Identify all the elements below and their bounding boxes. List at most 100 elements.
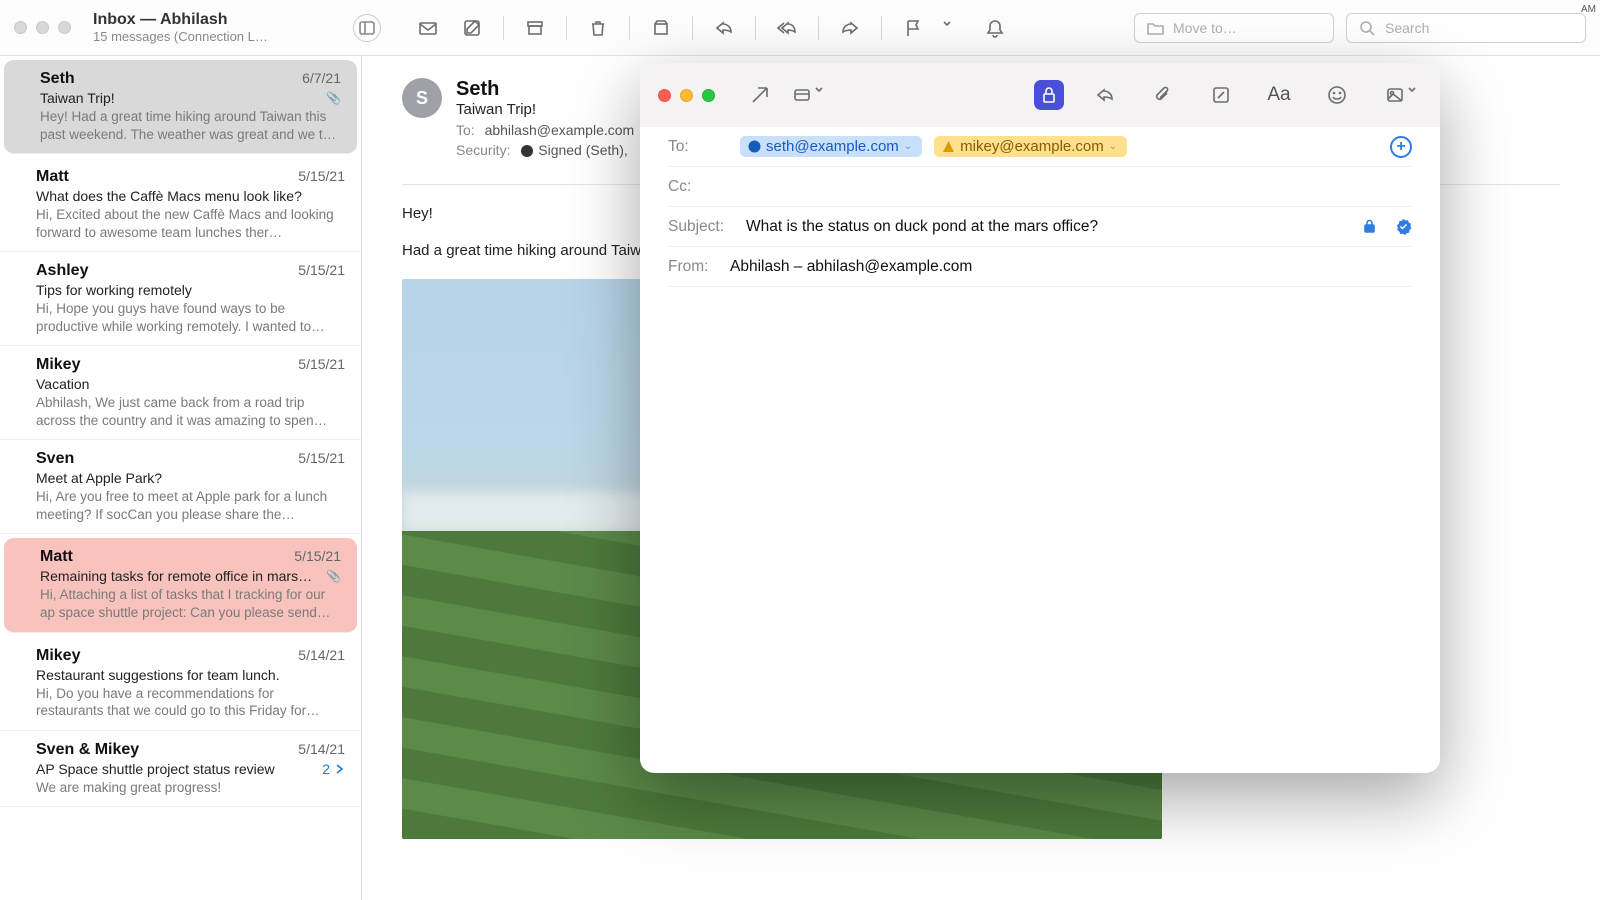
msg-subject: Meet at Apple Park? bbox=[36, 470, 345, 486]
emoji-button[interactable] bbox=[1320, 78, 1354, 112]
delete-button[interactable] bbox=[581, 13, 615, 43]
lock-icon bbox=[1362, 218, 1377, 233]
msg-subject: Vacation bbox=[36, 376, 345, 392]
window-title: Inbox — Abhilash bbox=[93, 11, 353, 29]
msg-preview: Hi, Hope you guys have found ways to be … bbox=[36, 300, 345, 335]
forward-icon bbox=[840, 18, 860, 38]
flag-menu-button[interactable] bbox=[940, 13, 954, 43]
msg-date: 5/15/21 bbox=[294, 548, 341, 566]
flag-button[interactable] bbox=[896, 13, 930, 43]
subject-field[interactable]: Subject: What is the status on duck pond… bbox=[668, 207, 1412, 247]
move-to-field[interactable]: Move to… bbox=[1134, 13, 1334, 43]
msg-sender: Mikey bbox=[36, 356, 80, 374]
format-button[interactable]: Aa bbox=[1262, 78, 1296, 112]
search-field[interactable]: Search bbox=[1346, 13, 1586, 43]
compose-body[interactable] bbox=[640, 287, 1440, 773]
msg-preview: Hi, Excited about the new Caffè Macs and… bbox=[36, 206, 345, 241]
reply-all-button[interactable] bbox=[770, 13, 804, 43]
archive-icon bbox=[525, 18, 545, 38]
to-label: To: bbox=[668, 138, 728, 156]
window-traffic-lights[interactable] bbox=[14, 21, 71, 34]
header-fields-button[interactable] bbox=[785, 78, 829, 112]
compose-traffic-lights[interactable] bbox=[658, 89, 715, 102]
message-row[interactable]: Matt 5/15/21 Remaining tasks for remote o… bbox=[4, 538, 357, 632]
chevron-down-icon: ⌄ bbox=[904, 141, 912, 152]
send-button[interactable] bbox=[743, 78, 777, 112]
notifications-button[interactable] bbox=[978, 13, 1012, 43]
msg-preview: Hi, Attaching a list of tasks that I tra… bbox=[40, 586, 341, 621]
recipient-chip[interactable]: seth@example.com ⌄ bbox=[740, 136, 922, 157]
msg-subject: AP Space shuttle project status review2 bbox=[36, 761, 345, 777]
msg-sender: Sven & Mikey bbox=[36, 741, 139, 759]
message-row[interactable]: Sven & Mikey 5/14/21 AP Space shuttle pro… bbox=[0, 731, 361, 808]
lock-icon bbox=[1039, 85, 1059, 105]
reader-security-label: Security: bbox=[456, 142, 510, 158]
message-row[interactable]: Matt5/15/21 What does the Caffè Macs men… bbox=[0, 158, 361, 252]
msg-subject: Restaurant suggestions for team lunch. bbox=[36, 667, 345, 683]
msg-sender: Ashley bbox=[36, 262, 88, 280]
attachment-icon: 📎 bbox=[326, 91, 341, 105]
msg-preview: Hi, Are you free to meet at Apple park f… bbox=[36, 488, 345, 523]
reader-to-line: To: abhilash@example.com bbox=[456, 122, 634, 138]
junk-button[interactable] bbox=[644, 13, 678, 43]
reader-subject: Taiwan Trip! bbox=[456, 101, 634, 118]
compose-max-dot[interactable] bbox=[702, 89, 715, 102]
recipient-chip[interactable]: mikey@example.com ⌄ bbox=[934, 136, 1127, 157]
sidebar-toggle-button[interactable] bbox=[353, 14, 381, 42]
message-row[interactable]: Seth6/7/21 Taiwan Trip!📎 Hey! Had a grea… bbox=[4, 60, 357, 154]
compose-toolbar: Aa bbox=[640, 63, 1440, 127]
window-close-dot[interactable] bbox=[14, 21, 27, 34]
toolbar-separator bbox=[566, 16, 567, 40]
attach-button[interactable] bbox=[1146, 78, 1180, 112]
to-field[interactable]: To: seth@example.com ⌄ mikey@example.com… bbox=[668, 127, 1412, 167]
compose-icon bbox=[462, 18, 482, 38]
toolbar-separator bbox=[755, 16, 756, 40]
flag-icon bbox=[903, 18, 923, 38]
message-list[interactable]: Seth6/7/21 Taiwan Trip!📎 Hey! Had a grea… bbox=[0, 56, 362, 900]
from-field[interactable]: From: Abhilash – abhilash@example.com bbox=[668, 247, 1412, 287]
toolbar-separator bbox=[503, 16, 504, 40]
msg-subject: What does the Caffè Macs menu look like? bbox=[36, 188, 345, 204]
verified-badge-icon bbox=[520, 144, 534, 158]
chevron-down-icon bbox=[814, 85, 823, 105]
compose-reply-button[interactable] bbox=[1088, 78, 1122, 112]
sidebar-icon bbox=[357, 18, 377, 38]
archive-button[interactable] bbox=[518, 13, 552, 43]
msg-sender: Matt bbox=[40, 548, 73, 566]
window-min-dot[interactable] bbox=[36, 21, 49, 34]
toolbar-separator bbox=[692, 16, 693, 40]
compose-close-dot[interactable] bbox=[658, 89, 671, 102]
msg-subject: Remaining tasks for remote office in mar… bbox=[40, 568, 341, 584]
new-mail-button[interactable] bbox=[411, 13, 445, 43]
junk-icon bbox=[651, 18, 671, 38]
forward-button[interactable] bbox=[833, 13, 867, 43]
markup-button[interactable] bbox=[1204, 78, 1238, 112]
from-label: From: bbox=[668, 258, 718, 276]
msg-date: 5/15/21 bbox=[298, 168, 345, 186]
message-row[interactable]: Ashley5/15/21 Tips for working remotely … bbox=[0, 252, 361, 346]
msg-sender: Mikey bbox=[36, 647, 80, 665]
thread-count: 2 bbox=[322, 761, 345, 777]
reader-sender-name: Seth bbox=[456, 78, 634, 101]
msg-sender: Sven bbox=[36, 450, 74, 468]
compose-min-dot[interactable] bbox=[680, 89, 693, 102]
add-recipient-button[interactable]: + bbox=[1390, 136, 1412, 158]
encrypt-button[interactable] bbox=[1034, 80, 1064, 110]
reply-button[interactable] bbox=[707, 13, 741, 43]
titlebar: Inbox — Abhilash 15 messages (Connection… bbox=[0, 0, 1600, 56]
window-max-dot[interactable] bbox=[58, 21, 71, 34]
msg-date: 5/15/21 bbox=[298, 450, 345, 468]
photo-button[interactable] bbox=[1378, 78, 1422, 112]
msg-subject: Tips for working remotely bbox=[36, 282, 345, 298]
msg-date: 5/14/21 bbox=[298, 741, 345, 759]
cc-field[interactable]: Cc: bbox=[668, 167, 1412, 207]
compose-button[interactable] bbox=[455, 13, 489, 43]
recipient-address: mikey@example.com bbox=[960, 138, 1104, 155]
toolbar-right: Move to… Search bbox=[1134, 13, 1586, 43]
reader-security-line: Security: Signed (Seth), bbox=[456, 142, 634, 158]
message-row[interactable]: Mikey5/15/21 Vacation Abhilash, We just … bbox=[0, 346, 361, 440]
message-row[interactable]: Mikey5/14/21 Restaurant suggestions for … bbox=[0, 637, 361, 731]
emoji-icon bbox=[1327, 85, 1347, 105]
message-row[interactable]: Sven 5/15/21 Meet at Apple Park? Hi, Are … bbox=[0, 440, 361, 534]
compose-fields: To: seth@example.com ⌄ mikey@example.com… bbox=[640, 127, 1440, 287]
